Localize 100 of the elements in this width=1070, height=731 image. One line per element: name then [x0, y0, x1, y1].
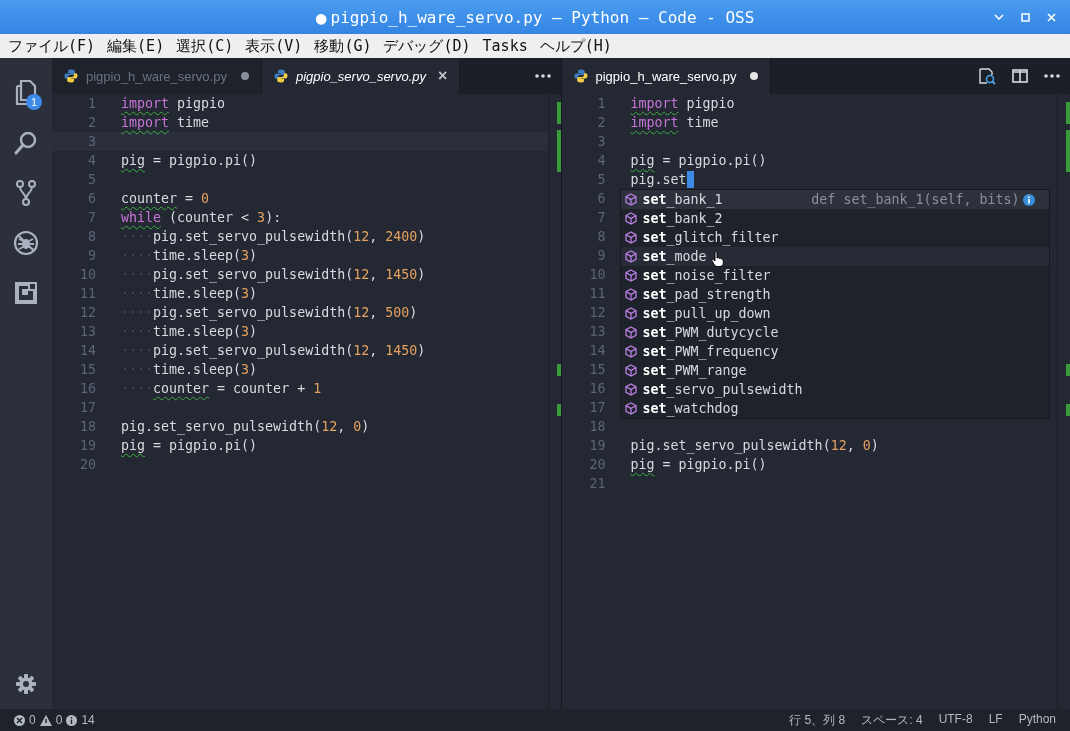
suggestion-item[interactable]: set_PWM_frequency	[620, 342, 1049, 361]
editor-tab[interactable]: pigpio_h_ware_servo.py	[561, 58, 772, 94]
line-number: 13	[588, 324, 606, 339]
status-item[interactable]: UTF-8	[938, 711, 973, 729]
suggestion-item[interactable]: set_PWM_dutycycle	[620, 323, 1049, 342]
window-title: pigpio_h_ware_servo.py — Python — Code - OSS	[330, 7, 755, 27]
suggestion-item[interactable]: set_mode	[620, 247, 1049, 266]
minimize-icon[interactable]	[994, 14, 1004, 20]
menu-item[interactable]: 選択(C)	[176, 36, 234, 56]
python-icon	[573, 69, 588, 83]
line-number: 16	[588, 381, 606, 396]
close-tab-button[interactable]: ×	[438, 67, 448, 85]
suggestion-item[interactable]: set_noise_filter	[620, 266, 1049, 285]
code-line: ····pig.set_servo_pulsewidth(12, 2400)	[121, 229, 426, 244]
close-icon[interactable]	[1046, 12, 1056, 22]
suggestion-item[interactable]: set_watchdog	[620, 399, 1049, 418]
suggestion-item[interactable]: set_pad_strength	[620, 285, 1049, 304]
line-number: 14	[79, 343, 96, 358]
menu-item[interactable]: 編集(E)	[107, 36, 165, 56]
info-icon	[66, 714, 78, 726]
line-number: 10	[79, 267, 96, 282]
line-number: 1	[596, 96, 606, 111]
hand-pointer-icon	[710, 251, 724, 267]
line-number: 3	[596, 134, 606, 149]
suggestion-item[interactable]: set_servo_pulsewidth	[620, 380, 1049, 399]
line-number: 4	[87, 153, 96, 168]
line-number: 15	[588, 362, 606, 377]
files-icon[interactable]	[13, 79, 39, 107]
code-line: import time	[630, 115, 719, 130]
line-number: 10	[588, 267, 606, 282]
cube-icon	[624, 288, 637, 301]
line-number: 12	[588, 305, 606, 320]
suggestion-item[interactable]: set_bank_1 def set_bank_1(self, bits)	[620, 190, 1049, 209]
line-number: 21	[588, 476, 606, 491]
line-number: 1	[87, 96, 96, 111]
suggestion-detail: def set_bank_1(self, bits)	[811, 192, 1020, 207]
suggestion-item[interactable]: set_pull_up_down	[620, 304, 1049, 323]
maximize-icon[interactable]	[1020, 12, 1030, 22]
change-marker	[556, 102, 561, 124]
menu-item[interactable]: Tasks	[482, 37, 528, 55]
more-icon[interactable]	[1044, 74, 1060, 78]
change-marker	[556, 404, 561, 416]
unsaved-dot: ●	[315, 6, 327, 28]
cube-icon	[624, 250, 637, 263]
line-number: 20	[588, 457, 606, 472]
line-number: 14	[588, 343, 606, 358]
line-number: 19	[79, 438, 96, 453]
line-number: 9	[596, 248, 606, 263]
menu-item[interactable]: ヘルプ(H)	[539, 36, 612, 56]
status-item[interactable]: Python	[1018, 711, 1056, 729]
search-icon[interactable]	[13, 130, 39, 156]
line-number: 17	[79, 400, 96, 415]
cube-icon	[624, 345, 637, 358]
code-line: pig = pigpio.pi()	[630, 153, 767, 168]
code-line: pig = pigpio.pi()	[121, 438, 258, 453]
status-item[interactable]: LF	[988, 711, 1003, 729]
line-number: 5	[87, 172, 96, 187]
more-icon[interactable]	[534, 74, 551, 78]
menu-item[interactable]: デバッグ(D)	[383, 36, 471, 56]
status-item[interactable]: 行 5、列 8	[789, 711, 846, 729]
extensions-icon[interactable]	[14, 281, 38, 305]
branch-icon[interactable]	[15, 179, 37, 207]
change-marker	[556, 364, 561, 376]
cube-icon	[624, 212, 637, 225]
line-number: 5	[596, 172, 606, 187]
bug-icon[interactable]	[13, 230, 39, 256]
line-number: 3	[87, 134, 96, 149]
warning-icon	[39, 714, 52, 726]
line-number: 7	[87, 210, 96, 225]
code-line: ····time.sleep(3)	[121, 286, 258, 301]
cube-icon	[624, 402, 637, 415]
line-number: 2	[596, 115, 606, 130]
menu-item[interactable]: 表示(V)	[245, 36, 303, 56]
python-icon	[64, 69, 78, 83]
line-number: 18	[588, 419, 606, 434]
menu-item[interactable]: 移動(G)	[314, 36, 372, 56]
cube-icon	[624, 231, 637, 244]
cube-icon	[624, 193, 637, 206]
line-number: 12	[79, 305, 96, 320]
suggestion-item[interactable]: set_PWM_range	[620, 361, 1049, 380]
cube-icon	[624, 383, 637, 396]
line-number: 16	[79, 381, 96, 396]
code-line: ····time.sleep(3)	[121, 362, 258, 377]
editor-tab[interactable]: pigpio_servo_servo.py ×	[261, 58, 461, 94]
suggestion-item[interactable]: set_glitch_filter	[620, 228, 1049, 247]
suggestion-item[interactable]: set_bank_2	[620, 209, 1049, 228]
info-icon[interactable]	[1022, 193, 1035, 206]
code-line: ····pig.set_servo_pulsewidth(12, 1450)	[121, 343, 426, 358]
code-line: import time	[121, 115, 210, 130]
cube-icon	[624, 269, 637, 282]
status-item[interactable]: スペース: 4	[861, 711, 923, 729]
python-icon	[273, 69, 288, 83]
problems-button[interactable]: 0 0 14	[14, 713, 95, 727]
code-line: ····time.sleep(3)	[121, 324, 258, 339]
split-editor-icon[interactable]	[1012, 69, 1028, 83]
code-line: ····pig.set_servo_pulsewidth(12, 500)	[121, 305, 418, 320]
menu-item[interactable]: ファイル(F)	[8, 36, 96, 56]
notification-badge: 1	[26, 94, 42, 110]
cube-icon	[624, 326, 637, 339]
preview-icon[interactable]	[978, 67, 996, 85]
